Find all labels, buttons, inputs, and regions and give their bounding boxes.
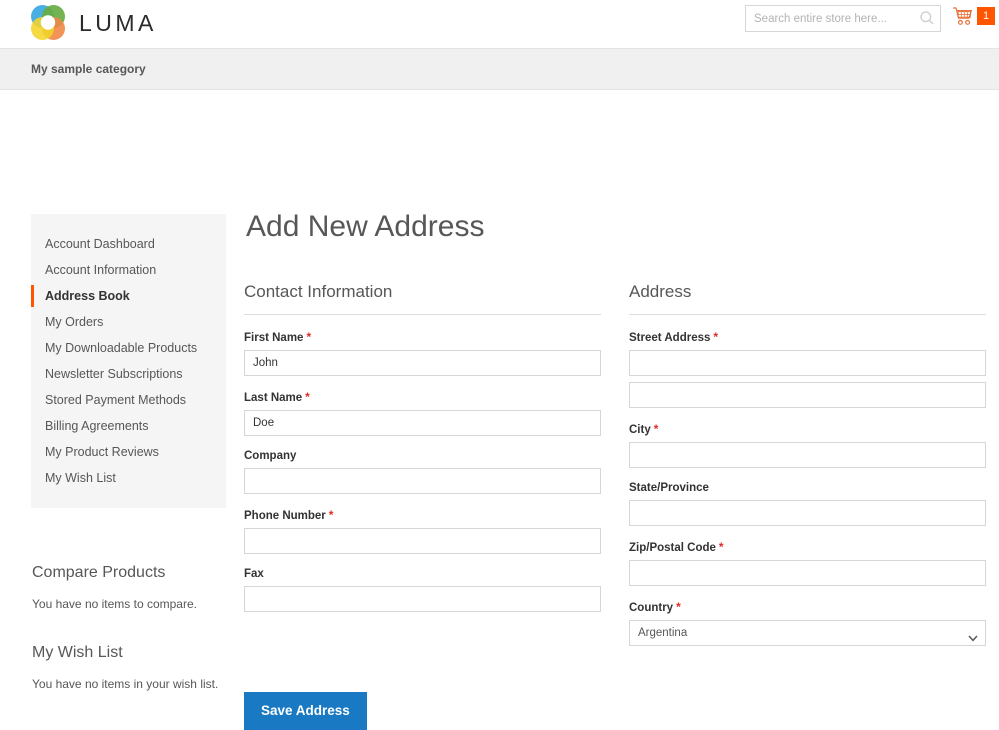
search-input[interactable] [745, 5, 941, 32]
field-zip-postal-code: Zip/Postal Code * [629, 540, 986, 586]
address-legend: Address [629, 282, 986, 315]
sidebar-item-label: Newsletter Subscriptions [45, 367, 183, 381]
shopping-cart-icon[interactable] [952, 6, 974, 26]
city-label: City * [629, 422, 986, 436]
first-name-label: First Name * [244, 330, 601, 344]
sidebar: Account Dashboard Account Information Ad… [31, 214, 226, 691]
sidebar-item-label: Account Dashboard [45, 237, 155, 251]
sidebar-item-my-downloadable-products[interactable]: My Downloadable Products [31, 335, 226, 361]
form-actions: Save Address [244, 692, 986, 730]
country-label: Country * [629, 600, 986, 614]
sidebar-item-billing-agreements[interactable]: Billing Agreements [31, 413, 226, 439]
sidebar-item-label: My Product Reviews [45, 445, 159, 459]
street-address-line2-input[interactable] [629, 382, 986, 408]
compare-products-empty-text: You have no items to compare. [32, 597, 197, 611]
phone-number-label-text: Phone Number [244, 510, 326, 522]
address-form: Contact Information First Name* Last Nam… [244, 282, 986, 660]
state-province-input[interactable] [629, 500, 986, 526]
wish-list-title: My Wish List [32, 644, 123, 661]
fax-label-text: Fax [244, 568, 264, 580]
required-marker: * [718, 540, 724, 554]
page-title: Add New Address [246, 210, 485, 243]
sidebar-item-label: Stored Payment Methods [45, 393, 187, 407]
sidebar-item-account-dashboard[interactable]: Account Dashboard [31, 231, 226, 257]
sidebar-item-label: My Orders [45, 315, 104, 329]
contact-information-fieldset: Contact Information First Name* Last Nam… [244, 282, 601, 660]
last-name-label: Last Name * [244, 390, 601, 404]
required-marker: * [653, 422, 659, 436]
zip-postal-code-label-text: Zip/Postal Code [629, 542, 716, 554]
cart-count-badge: 1 [977, 7, 995, 25]
sidebar-item-label: Billing Agreements [45, 419, 149, 433]
sidebar-item-my-orders[interactable]: My Orders [31, 309, 226, 335]
luma-logo-icon [28, 3, 68, 43]
phone-number-input[interactable] [244, 528, 601, 554]
address-fieldset: Address Street Address * City * State/Pr… [629, 282, 986, 660]
compare-products-block: Compare Products You have no items to co… [31, 564, 226, 611]
sidebar-item-label: Account Information [45, 263, 157, 277]
required-marker: * [306, 330, 312, 344]
required-marker: * [328, 508, 334, 522]
search-box[interactable] [745, 5, 941, 32]
first-name-label-text: First Name [244, 332, 304, 344]
company-input[interactable] [244, 468, 601, 494]
fax-input[interactable] [244, 586, 601, 612]
field-phone-number: Phone Number * [244, 508, 601, 554]
page-body: Account Dashboard Account Information Ad… [0, 90, 999, 730]
wish-list-empty-text: You have no items in your wish list. [32, 677, 219, 691]
sidebar-item-label: My Wish List [45, 471, 116, 485]
field-last-name: Last Name * [244, 390, 601, 436]
save-address-button[interactable]: Save Address [244, 692, 367, 730]
main-navigation: My sample category [0, 48, 999, 90]
field-first-name: First Name * [244, 330, 601, 376]
sidebar-item-address-book[interactable]: Address Book [31, 283, 226, 309]
city-input[interactable] [629, 442, 986, 468]
sidebar-item-my-wish-list[interactable]: My Wish List [31, 465, 226, 491]
field-street-address: Street Address * [629, 330, 986, 408]
site-header: LUMA 1 [0, 0, 999, 48]
contact-information-legend: Contact Information [244, 282, 601, 315]
company-label: Company [244, 450, 601, 462]
country-select-wrapper[interactable]: Argentina [629, 620, 986, 646]
field-state-province: State/Province [629, 482, 986, 526]
sidebar-item-label: My Downloadable Products [45, 341, 198, 355]
field-company: Company [244, 450, 601, 494]
first-name-input[interactable] [244, 350, 601, 376]
last-name-input[interactable] [244, 410, 601, 436]
nav-item-my-sample-category[interactable]: My sample category [31, 62, 146, 76]
fax-label: Fax [244, 568, 601, 580]
luma-logo[interactable]: LUMA [28, 3, 157, 43]
compare-products-title: Compare Products [32, 564, 166, 581]
field-country: Country * Argentina [629, 600, 986, 646]
state-province-label: State/Province [629, 482, 986, 494]
required-marker: * [305, 390, 310, 404]
sidebar-item-newsletter-subscriptions[interactable]: Newsletter Subscriptions [31, 361, 226, 387]
company-label-text: Company [244, 450, 297, 462]
zip-postal-code-input[interactable] [629, 560, 986, 586]
minicart[interactable]: 1 [952, 6, 995, 26]
required-marker: * [676, 600, 681, 614]
sidebar-item-my-product-reviews[interactable]: My Product Reviews [31, 439, 226, 465]
required-marker: * [713, 330, 719, 344]
city-label-text: City [629, 424, 651, 436]
zip-postal-code-label: Zip/Postal Code * [629, 540, 986, 554]
phone-number-label: Phone Number * [244, 508, 601, 522]
sidebar-item-label: Address Book [45, 289, 130, 303]
street-address-label-text: Street Address [629, 332, 711, 344]
main-content: Add New Address Contact Information Firs… [244, 210, 986, 730]
sidebar-item-account-information[interactable]: Account Information [31, 257, 226, 283]
field-city: City * [629, 422, 986, 468]
street-address-label: Street Address * [629, 330, 986, 344]
street-address-line1-input[interactable] [629, 350, 986, 376]
last-name-label-text: Last Name [244, 392, 303, 404]
field-fax: Fax [244, 568, 601, 612]
sidebar-item-stored-payment-methods[interactable]: Stored Payment Methods [31, 387, 226, 413]
state-province-label-text: State/Province [629, 482, 709, 494]
country-label-text: Country [629, 602, 674, 614]
country-select[interactable]: Argentina [629, 620, 986, 646]
wish-list-block: My Wish List You have no items in your w… [31, 644, 226, 691]
account-nav: Account Dashboard Account Information Ad… [31, 214, 226, 508]
luma-logo-text: LUMA [79, 9, 157, 36]
